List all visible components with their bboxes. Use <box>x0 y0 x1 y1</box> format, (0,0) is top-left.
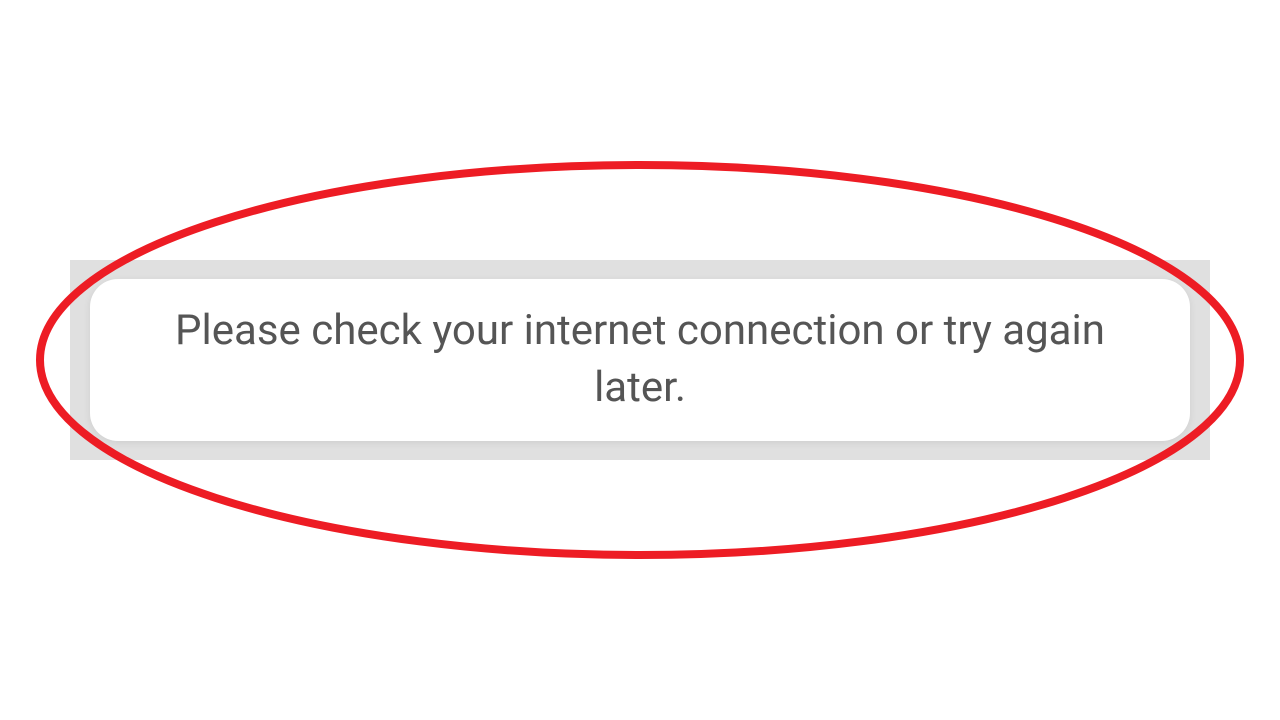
toast-message-text: Please check your internet connection or… <box>130 303 1150 416</box>
toast-notification: Please check your internet connection or… <box>90 279 1190 440</box>
toast-container: Please check your internet connection or… <box>0 260 1280 460</box>
background-strip: Please check your internet connection or… <box>70 260 1210 460</box>
